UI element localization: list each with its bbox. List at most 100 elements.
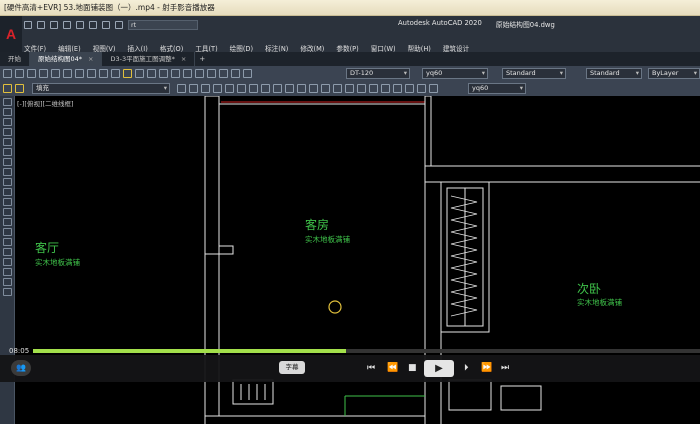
style-select-2[interactable]: Standard (586, 68, 642, 79)
add-selected-icon[interactable] (3, 288, 12, 296)
stop-icon[interactable]: ■ (408, 362, 417, 374)
tab-drawing-active[interactable]: 原始结构图04* × (30, 52, 103, 66)
spline-tool-icon[interactable] (3, 178, 12, 186)
tool-icon[interactable] (99, 69, 108, 78)
tool-icon[interactable] (405, 84, 414, 93)
tool-icon[interactable] (39, 69, 48, 78)
quick-calc-icon[interactable] (231, 69, 240, 78)
share-icon[interactable] (115, 20, 123, 29)
layer-select[interactable]: 填充 (32, 83, 170, 94)
new-file-icon[interactable] (24, 20, 32, 29)
user-icon[interactable]: 👥 (11, 360, 31, 376)
previous-track-icon[interactable]: ⏮ (367, 362, 375, 374)
tool-icon[interactable] (345, 84, 354, 93)
open-file-icon[interactable] (37, 20, 45, 29)
tool-icon[interactable] (237, 84, 246, 93)
tool-icon[interactable] (285, 84, 294, 93)
tool-icon[interactable] (369, 84, 378, 93)
next-track-icon[interactable]: ⏭ (501, 362, 509, 374)
textstyle-select[interactable]: yq60 (422, 68, 488, 79)
close-icon[interactable]: × (181, 55, 186, 63)
undo-icon[interactable] (89, 20, 97, 29)
table-tool-icon[interactable] (3, 268, 12, 276)
print-icon[interactable] (76, 20, 84, 29)
layer-sun-icon[interactable] (15, 84, 24, 93)
save-as-icon[interactable] (63, 20, 71, 29)
ellipse-tool-icon[interactable] (3, 188, 12, 196)
autocad-logo-icon[interactable]: A (0, 16, 22, 52)
tool-icon[interactable] (51, 69, 60, 78)
workspace-select[interactable]: rt (128, 19, 198, 30)
color-bylayer-select[interactable]: ByLayer (648, 68, 700, 79)
ellipse-arc-icon[interactable] (3, 198, 12, 206)
sheet-set-icon[interactable] (207, 69, 216, 78)
tool-icon[interactable] (393, 84, 402, 93)
tool-icon[interactable] (321, 84, 330, 93)
tool-icon[interactable] (417, 84, 426, 93)
tab-start[interactable]: 开始 (0, 52, 30, 66)
step-forward-icon[interactable]: ⏵ (464, 362, 469, 374)
design-center-icon[interactable] (183, 69, 192, 78)
properties-icon[interactable] (171, 69, 180, 78)
mtext-tool-icon[interactable] (3, 278, 12, 286)
tool-icon[interactable] (189, 84, 198, 93)
rectangle-tool-icon[interactable] (3, 138, 12, 146)
subtitle-button[interactable]: 字幕 (279, 361, 305, 374)
insert-block-icon[interactable] (3, 208, 12, 216)
tool-icon[interactable] (225, 84, 234, 93)
fast-forward-icon[interactable]: ⏩ (481, 362, 492, 374)
save-icon[interactable] (50, 20, 58, 29)
room-guest-floor: 实木地板满铺 (305, 235, 350, 244)
rewind-icon[interactable]: ⏪ (387, 362, 398, 374)
tool-icon[interactable] (63, 69, 72, 78)
pan-hand-icon[interactable] (123, 69, 132, 78)
point-tool-icon[interactable] (3, 228, 12, 236)
layer-bulb-icon[interactable] (3, 84, 12, 93)
tool-icon[interactable] (429, 84, 438, 93)
tool-icon[interactable] (87, 69, 96, 78)
player-controls: 👥 字幕 ⏮ ⏪ ■ ▶ ⏵ ⏩ ⏭ (0, 355, 700, 382)
gradient-tool-icon[interactable] (3, 248, 12, 256)
tool-icon[interactable] (249, 84, 258, 93)
region-tool-icon[interactable] (3, 258, 12, 266)
tool-icon[interactable] (27, 69, 36, 78)
line-tool-icon[interactable] (3, 98, 12, 106)
progress-bar[interactable] (33, 349, 700, 353)
tool-icon[interactable] (213, 84, 222, 93)
tool-icon[interactable] (273, 84, 282, 93)
tool-icon[interactable] (201, 84, 210, 93)
hatch-tool-icon[interactable] (3, 238, 12, 246)
new-tab-plus-icon[interactable]: + (195, 52, 209, 66)
tool-palette-icon[interactable] (195, 69, 204, 78)
help-icon[interactable] (243, 69, 252, 78)
construction-line-icon[interactable] (3, 108, 12, 116)
zoom-icon[interactable] (135, 69, 144, 78)
close-icon[interactable]: × (88, 55, 93, 63)
circle-tool-icon[interactable] (3, 158, 12, 166)
tool-icon[interactable] (177, 84, 186, 93)
arc-tool-icon[interactable] (3, 148, 12, 156)
tool-icon[interactable] (297, 84, 306, 93)
tool-icon[interactable] (111, 69, 120, 78)
tool-icon[interactable] (3, 69, 12, 78)
tool-icon[interactable] (357, 84, 366, 93)
tool-icon[interactable] (15, 69, 24, 78)
tool-icon[interactable] (333, 84, 342, 93)
tool-icon[interactable] (75, 69, 84, 78)
tab-drawing-2[interactable]: D3-3平面施工图调整* × (102, 52, 196, 66)
polyline-tool-icon[interactable] (3, 118, 12, 126)
markup-icon[interactable] (219, 69, 228, 78)
redo-icon[interactable] (102, 20, 110, 29)
dimstyle-select[interactable]: DT-120 (346, 68, 410, 79)
tool-icon[interactable] (309, 84, 318, 93)
make-block-icon[interactable] (3, 218, 12, 226)
tool-icon[interactable] (381, 84, 390, 93)
style-select-1[interactable]: Standard (502, 68, 566, 79)
zoom-previous-icon[interactable] (159, 69, 168, 78)
revcloud-tool-icon[interactable] (3, 168, 12, 176)
polygon-tool-icon[interactable] (3, 128, 12, 136)
play-button[interactable]: ▶ (424, 360, 454, 377)
layer-select-2[interactable]: yq60 (468, 83, 526, 94)
zoom-window-icon[interactable] (147, 69, 156, 78)
tool-icon[interactable] (261, 84, 270, 93)
